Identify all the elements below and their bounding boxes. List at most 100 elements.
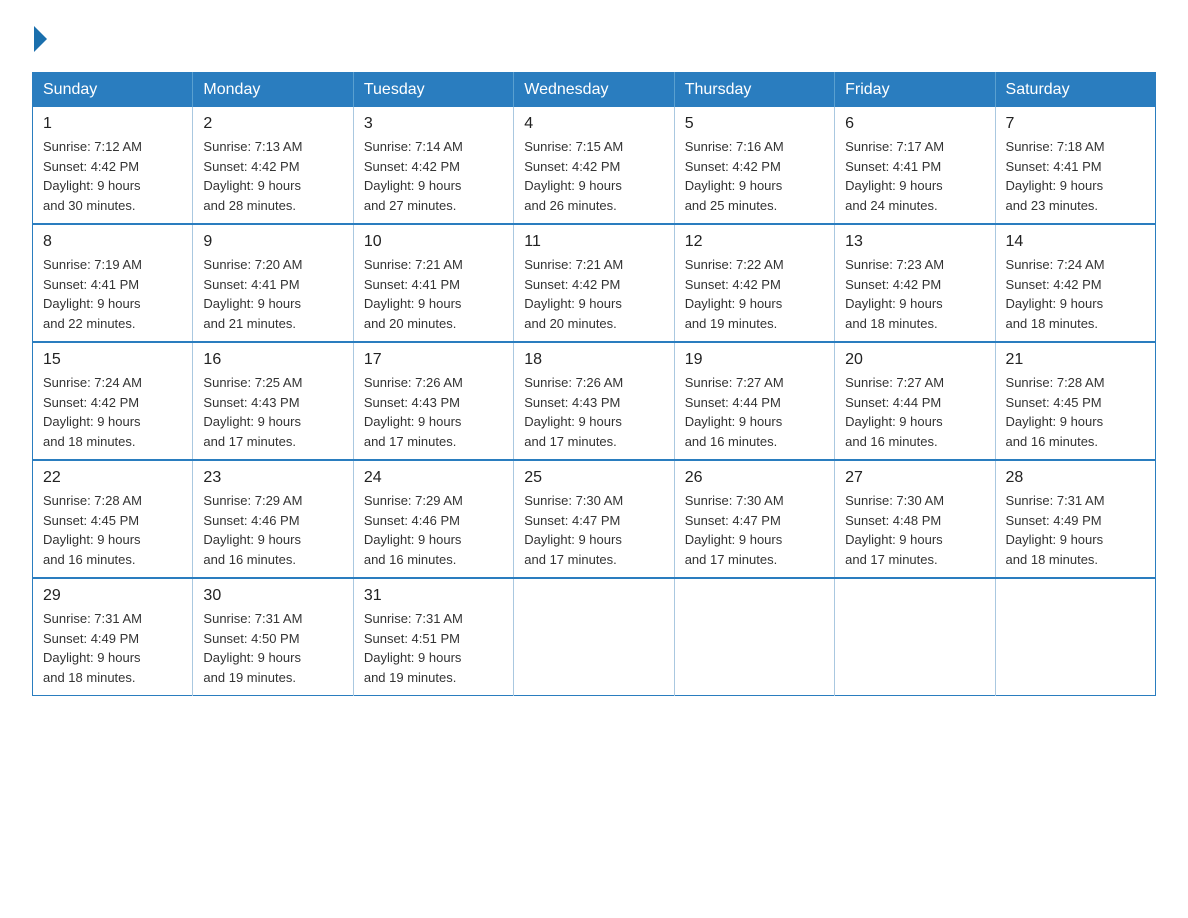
calendar-cell: 20 Sunrise: 7:27 AMSunset: 4:44 PMDayligh… [835,342,995,460]
day-number: 10 [364,233,503,251]
col-monday: Monday [193,73,353,108]
calendar-cell: 10Sunrise: 7:21 AMSunset: 4:41 PMDayligh… [353,224,513,342]
calendar-week-row-0: 1 Sunrise: 7:12 AMSunset: 4:42 PMDaylight… [33,107,1156,224]
calendar-cell: 25Sunrise: 7:30 AMSunset: 4:47 PMDayligh… [514,460,674,578]
day-number: 19 [685,351,824,369]
day-info: Sunrise: 7:28 AMSunset: 4:45 PMDaylight:… [43,491,182,569]
day-info: Sunrise: 7:24 AMSunset: 4:42 PMDaylight:… [43,373,182,451]
calendar-cell: 13 Sunrise: 7:23 AMSunset: 4:42 PMDayligh… [835,224,995,342]
day-info: Sunrise: 7:31 AMSunset: 4:49 PMDaylight:… [1006,491,1145,569]
col-tuesday: Tuesday [353,73,513,108]
calendar-cell [514,578,674,696]
calendar-cell: 12 Sunrise: 7:22 AMSunset: 4:42 PMDayligh… [674,224,834,342]
day-info: Sunrise: 7:12 AMSunset: 4:42 PMDaylight:… [43,137,182,215]
day-number: 3 [364,115,503,133]
calendar-cell: 21 Sunrise: 7:28 AMSunset: 4:45 PMDayligh… [995,342,1155,460]
calendar-week-row-3: 22 Sunrise: 7:28 AMSunset: 4:45 PMDayligh… [33,460,1156,578]
day-info: Sunrise: 7:14 AMSunset: 4:42 PMDaylight:… [364,137,503,215]
day-info: Sunrise: 7:24 AMSunset: 4:42 PMDaylight:… [1006,255,1145,333]
calendar-cell [674,578,834,696]
calendar-week-row-2: 15 Sunrise: 7:24 AMSunset: 4:42 PMDayligh… [33,342,1156,460]
day-number: 23 [203,469,342,487]
day-info: Sunrise: 7:23 AMSunset: 4:42 PMDaylight:… [845,255,984,333]
logo [32,24,47,54]
day-info: Sunrise: 7:29 AMSunset: 4:46 PMDaylight:… [364,491,503,569]
day-number: 31 [364,587,503,605]
calendar-cell: 23 Sunrise: 7:29 AMSunset: 4:46 PMDayligh… [193,460,353,578]
col-friday: Friday [835,73,995,108]
day-number: 5 [685,115,824,133]
day-info: Sunrise: 7:26 AMSunset: 4:43 PMDaylight:… [364,373,503,451]
calendar-cell: 14 Sunrise: 7:24 AMSunset: 4:42 PMDayligh… [995,224,1155,342]
calendar-cell: 30 Sunrise: 7:31 AMSunset: 4:50 PMDayligh… [193,578,353,696]
calendar-cell [995,578,1155,696]
day-number: 22 [43,469,182,487]
col-wednesday: Wednesday [514,73,674,108]
calendar-cell: 2 Sunrise: 7:13 AMSunset: 4:42 PMDaylight… [193,107,353,224]
day-number: 11 [524,233,663,251]
col-sunday: Sunday [33,73,193,108]
calendar-cell: 5 Sunrise: 7:16 AMSunset: 4:42 PMDaylight… [674,107,834,224]
day-number: 12 [685,233,824,251]
day-info: Sunrise: 7:22 AMSunset: 4:42 PMDaylight:… [685,255,824,333]
calendar-cell: 19 Sunrise: 7:27 AMSunset: 4:44 PMDayligh… [674,342,834,460]
day-info: Sunrise: 7:26 AMSunset: 4:43 PMDaylight:… [524,373,663,451]
day-number: 6 [845,115,984,133]
day-info: Sunrise: 7:30 AMSunset: 4:47 PMDaylight:… [685,491,824,569]
day-number: 13 [845,233,984,251]
col-saturday: Saturday [995,73,1155,108]
day-info: Sunrise: 7:13 AMSunset: 4:42 PMDaylight:… [203,137,342,215]
day-number: 27 [845,469,984,487]
day-number: 26 [685,469,824,487]
calendar-cell: 3 Sunrise: 7:14 AMSunset: 4:42 PMDaylight… [353,107,513,224]
day-info: Sunrise: 7:25 AMSunset: 4:43 PMDaylight:… [203,373,342,451]
day-number: 15 [43,351,182,369]
day-number: 16 [203,351,342,369]
day-number: 21 [1006,351,1145,369]
day-number: 30 [203,587,342,605]
day-number: 28 [1006,469,1145,487]
day-number: 8 [43,233,182,251]
calendar-cell: 17Sunrise: 7:26 AMSunset: 4:43 PMDayligh… [353,342,513,460]
calendar-cell: 29Sunrise: 7:31 AMSunset: 4:49 PMDayligh… [33,578,193,696]
calendar-cell: 26 Sunrise: 7:30 AMSunset: 4:47 PMDayligh… [674,460,834,578]
day-info: Sunrise: 7:20 AMSunset: 4:41 PMDaylight:… [203,255,342,333]
day-info: Sunrise: 7:19 AMSunset: 4:41 PMDaylight:… [43,255,182,333]
calendar-cell: 24Sunrise: 7:29 AMSunset: 4:46 PMDayligh… [353,460,513,578]
logo-triangle-icon [34,26,47,52]
calendar-cell: 9 Sunrise: 7:20 AMSunset: 4:41 PMDaylight… [193,224,353,342]
day-number: 9 [203,233,342,251]
day-info: Sunrise: 7:15 AMSunset: 4:42 PMDaylight:… [524,137,663,215]
day-info: Sunrise: 7:31 AMSunset: 4:49 PMDaylight:… [43,609,182,687]
day-info: Sunrise: 7:27 AMSunset: 4:44 PMDaylight:… [845,373,984,451]
calendar-cell: 31 Sunrise: 7:31 AMSunset: 4:51 PMDayligh… [353,578,513,696]
calendar-cell: 8 Sunrise: 7:19 AMSunset: 4:41 PMDaylight… [33,224,193,342]
day-number: 14 [1006,233,1145,251]
day-number: 1 [43,115,182,133]
calendar-cell: 1 Sunrise: 7:12 AMSunset: 4:42 PMDaylight… [33,107,193,224]
day-info: Sunrise: 7:17 AMSunset: 4:41 PMDaylight:… [845,137,984,215]
calendar-week-row-1: 8 Sunrise: 7:19 AMSunset: 4:41 PMDaylight… [33,224,1156,342]
calendar-cell: 22 Sunrise: 7:28 AMSunset: 4:45 PMDayligh… [33,460,193,578]
calendar-cell: 28 Sunrise: 7:31 AMSunset: 4:49 PMDayligh… [995,460,1155,578]
day-number: 4 [524,115,663,133]
calendar-cell: 7Sunrise: 7:18 AMSunset: 4:41 PMDaylight… [995,107,1155,224]
day-number: 18 [524,351,663,369]
col-thursday: Thursday [674,73,834,108]
calendar-cell: 15 Sunrise: 7:24 AMSunset: 4:42 PMDayligh… [33,342,193,460]
calendar-table: Sunday Monday Tuesday Wednesday Thursday… [32,72,1156,696]
day-number: 2 [203,115,342,133]
day-info: Sunrise: 7:31 AMSunset: 4:50 PMDaylight:… [203,609,342,687]
calendar-cell: 16 Sunrise: 7:25 AMSunset: 4:43 PMDayligh… [193,342,353,460]
day-info: Sunrise: 7:27 AMSunset: 4:44 PMDaylight:… [685,373,824,451]
calendar-cell: 6 Sunrise: 7:17 AMSunset: 4:41 PMDaylight… [835,107,995,224]
calendar-header-row: Sunday Monday Tuesday Wednesday Thursday… [33,73,1156,108]
day-info: Sunrise: 7:28 AMSunset: 4:45 PMDaylight:… [1006,373,1145,451]
calendar-cell: 18 Sunrise: 7:26 AMSunset: 4:43 PMDayligh… [514,342,674,460]
day-info: Sunrise: 7:29 AMSunset: 4:46 PMDaylight:… [203,491,342,569]
day-info: Sunrise: 7:31 AMSunset: 4:51 PMDaylight:… [364,609,503,687]
day-number: 20 [845,351,984,369]
day-number: 7 [1006,115,1145,133]
day-info: Sunrise: 7:16 AMSunset: 4:42 PMDaylight:… [685,137,824,215]
calendar-week-row-4: 29Sunrise: 7:31 AMSunset: 4:49 PMDayligh… [33,578,1156,696]
